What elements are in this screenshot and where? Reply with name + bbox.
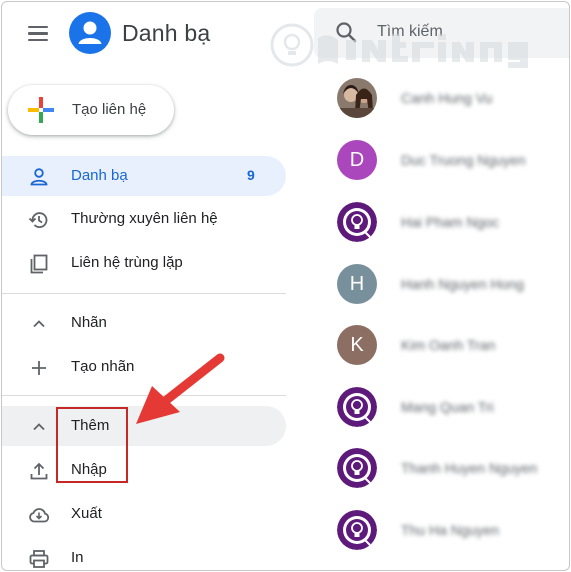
lightbulb-logo-icon [337,387,377,427]
chevron-up-icon [28,313,50,335]
create-contact-button[interactable]: Tạo liên hệ [8,85,174,135]
contact-avatar-letter: D [337,140,377,180]
contact-avatar-photo [337,78,377,118]
avatar-letter: D [349,149,365,171]
plus-icon [28,357,50,379]
contact-name: Hai Pham Ngoc [401,214,500,230]
sidebar-item-contacts[interactable]: Danh bạ 9 [2,156,286,196]
contact-row[interactable]: H Hanh Nguyen Hong [337,264,567,304]
sidebar-item-frequent[interactable]: Thường xuyên liên hệ [2,199,286,239]
annotation-arrow-icon [130,352,230,430]
print-icon [28,548,50,570]
contact-avatar-letter: H [337,264,377,304]
sidebar-item-import[interactable]: Nhập [2,450,286,490]
sidebar-item-label: In [71,549,84,566]
contact-row[interactable]: Thanh Huyen Nguyen [337,448,567,488]
sidebar-item-print[interactable]: In [2,538,286,570]
contact-row[interactable]: Hai Pham Ngoc [337,202,567,242]
contact-avatar-letter: K [337,325,377,365]
lightbulb-logo-icon [337,510,377,550]
upload-icon [28,460,50,482]
contact-row[interactable]: D Duc Truong Nguyen [337,140,567,180]
contact-name: Hanh Nguyen Hong [401,276,524,292]
sidebar-item-label: Danh bạ [71,167,128,184]
sidebar-section-labels[interactable]: Nhãn [2,303,286,343]
annotation-highlight-box [56,407,128,483]
sidebar-item-export[interactable]: Xuất [2,494,286,534]
lightbulb-logo-icon [337,202,377,242]
plus-colored-icon [28,97,54,123]
sidebar-divider [2,293,286,294]
contact-name: Kim Oanh Tran [401,337,496,353]
contact-row[interactable]: Mang Quan Tri [337,387,567,427]
chevron-up-icon [28,416,50,438]
create-contact-label: Tạo liên hệ [72,101,147,118]
contact-name: Canh Hung Vu [401,90,493,106]
contact-name: Thu Ha Nguyen [401,522,500,538]
copy-icon [28,253,50,275]
contacts-app-window: Danh bạ Tạo liên hệ Danh bạ [1,1,570,571]
app-title: Danh bạ [122,20,211,46]
contacts-person-icon [69,12,111,54]
sidebar-item-label: Thường xuyên liên hệ [71,210,218,227]
cloud-download-icon [28,504,50,526]
sidebar-item-label: Nhãn [71,314,107,331]
sidebar-item-label: Xuất [71,505,102,522]
avatar-letter: H [349,273,365,295]
hamburger-menu-icon[interactable] [24,22,52,46]
sidebar-item-duplicates[interactable]: Liên hệ trùng lặp [2,243,286,283]
sidebar-item-label: Liên hệ trùng lặp [71,254,183,271]
history-icon [28,209,50,231]
watermark-logo [270,20,540,80]
contacts-count-badge: 9 [247,167,255,183]
contact-row[interactable]: Thu Ha Nguyen [337,510,567,550]
contact-name: Mang Quan Tri [401,399,494,415]
avatar-letter: K [350,334,364,356]
contact-name: Duc Truong Nguyen [401,152,526,168]
contact-row[interactable]: K Kim Oanh Tran [337,325,567,365]
contact-row[interactable]: Canh Hung Vu [337,78,567,118]
lightbulb-logo-icon [337,448,377,488]
person-icon [28,166,50,188]
contact-name: Thanh Huyen Nguyen [401,460,538,476]
sidebar-item-label: Tạo nhãn [71,358,135,375]
